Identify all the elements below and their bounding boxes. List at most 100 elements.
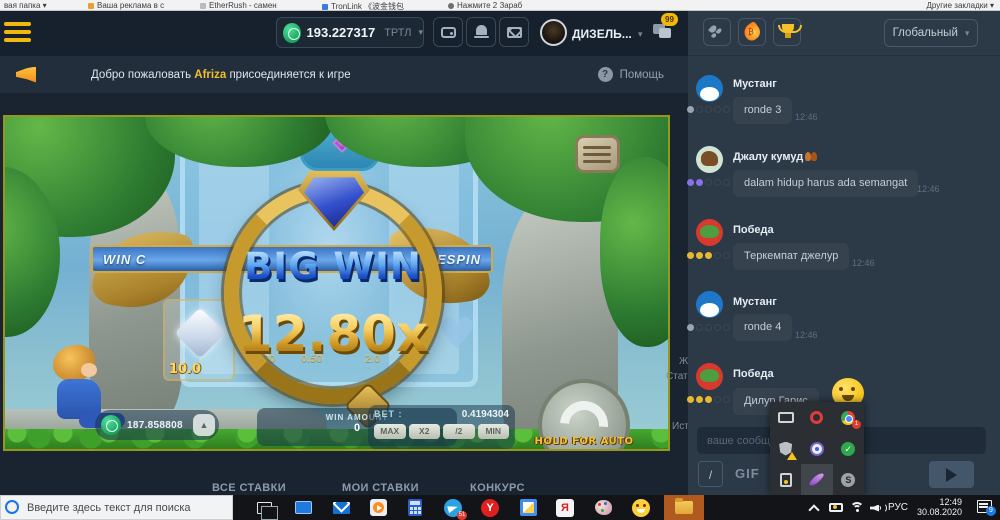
taskbar-search-input[interactable] — [0, 495, 233, 520]
contest-button[interactable] — [773, 18, 801, 46]
file-explorer-active[interactable] — [664, 495, 704, 520]
chat-username[interactable]: Мустанг — [733, 296, 777, 308]
clipped-label: Стат — [666, 371, 688, 382]
tab-contest[interactable]: КОНКУРС — [470, 482, 525, 494]
clipped-label: Ж — [679, 356, 688, 367]
notifications-button[interactable] — [466, 17, 496, 47]
photos-app-icon[interactable] — [516, 496, 540, 519]
chat-username[interactable]: Мустанг — [733, 78, 777, 90]
username[interactable]: ДИЗЕЛЬ... — [572, 27, 632, 41]
bet-box: BET : 0.4194304 MAX X2 /2 MIN — [368, 405, 515, 449]
bell-icon — [476, 25, 487, 35]
app-header: 193.227317 ТРТЛ ▾ ДИЗЕЛЬ... ▾ 99 — [0, 11, 688, 56]
slash-command-button[interactable]: / — [698, 461, 723, 487]
chat-message: dalam hidup harus ada semangat — [733, 170, 918, 197]
chat-username[interactable]: Джалу кумуд — [733, 151, 803, 163]
mail-app-icon[interactable] — [329, 496, 353, 519]
bet-half-button[interactable]: /2 — [443, 424, 475, 439]
chat-message: ronde 4 — [733, 314, 792, 341]
tray-device-icon[interactable] — [770, 464, 801, 495]
banner-left-text: WIN C — [103, 252, 146, 267]
wallet-button[interactable] — [433, 17, 463, 47]
tray-antivirus-icon[interactable]: ✓ — [833, 433, 864, 464]
reel-value: 10.0 — [169, 362, 201, 377]
medal-badges — [687, 324, 730, 331]
main-content: WIN C ESPIN 10.0 ♥ 30 0.50 2.0 BIG WIN 1… — [0, 93, 688, 495]
tray-browser-icon[interactable]: 1 — [833, 402, 864, 433]
channel-label: Глобальный — [893, 27, 958, 39]
balance-value: 193.227317 — [307, 25, 376, 40]
fireball-button[interactable] — [738, 18, 766, 46]
paint-app-icon[interactable] — [591, 496, 615, 519]
bookmark-item[interactable]: вая папка ▾ — [4, 1, 47, 10]
chat-username[interactable]: Победа — [733, 224, 774, 236]
computer-app-icon[interactable] — [291, 496, 315, 519]
task-view-button[interactable] — [252, 496, 276, 519]
tab-all-bets[interactable]: ВСЕ СТАВКИ — [212, 482, 286, 494]
bet-x2-button[interactable]: X2 — [409, 424, 441, 439]
deposit-arrow-button[interactable]: ▲ — [193, 414, 215, 436]
messages-button[interactable] — [499, 17, 529, 47]
medal-badges — [687, 252, 730, 259]
gif-button[interactable]: GIF — [735, 466, 760, 481]
volume-icon[interactable] — [866, 496, 890, 519]
balance-selector[interactable]: 193.227317 ТРТЛ ▾ — [276, 17, 424, 48]
bookmark-item[interactable]: EtherRush - самен — [200, 1, 277, 10]
chat-message: ronde 3 — [733, 97, 792, 124]
taskbar: 51 Y Я РУС 12:49 30.08.2020 9 — [0, 495, 1000, 520]
hold-for-auto-label: HOLD FOR AUTO — [517, 436, 651, 447]
user-avatar[interactable] — [540, 19, 567, 46]
send-button[interactable] — [929, 461, 974, 488]
game-menu-button[interactable] — [575, 135, 620, 173]
tray-steam-icon[interactable]: S — [833, 464, 864, 495]
chat-time: 12:46 — [795, 112, 818, 122]
tray-defender-icon[interactable] — [770, 433, 801, 464]
chat-username[interactable]: Победа — [733, 368, 774, 380]
tray-feather-icon[interactable] — [801, 464, 832, 495]
tray-opera-icon[interactable] — [801, 402, 832, 433]
bet-min-button[interactable]: MIN — [478, 424, 510, 439]
favicon — [88, 3, 94, 9]
avatar[interactable] — [696, 146, 723, 173]
rain-button[interactable] — [703, 18, 731, 46]
yandex-browser-icon[interactable]: Я — [553, 496, 577, 519]
chat-badge: 99 — [661, 13, 678, 26]
tray-expand-chevron[interactable] — [802, 496, 826, 519]
medal-badges — [687, 106, 730, 113]
banner-right-text: ESPIN — [437, 252, 481, 267]
trophy-icon — [782, 24, 794, 33]
telegram-app-icon[interactable]: 51 — [441, 496, 465, 519]
tab-my-bets[interactable]: МОИ СТАВКИ — [342, 482, 419, 494]
clock-time: 12:49 — [917, 497, 962, 507]
bet-max-button[interactable]: MAX — [374, 424, 406, 439]
avatar[interactable] — [696, 363, 723, 390]
chevron-down-icon[interactable]: ▾ — [638, 29, 643, 40]
wallet-icon — [441, 27, 456, 38]
language-indicator[interactable]: РУС — [888, 502, 908, 513]
search-circle-icon — [5, 500, 19, 514]
screen: вая папка ▾ Ваша реклама в с EtherRush -… — [0, 0, 1000, 520]
emoji-app-icon[interactable] — [629, 496, 653, 519]
channel-selector[interactable]: Глобальный ▾ — [884, 19, 978, 47]
help-button[interactable]: ? Помощь — [598, 67, 664, 82]
hamburger-menu-icon[interactable] — [4, 22, 31, 46]
calculator-app-icon[interactable] — [403, 496, 427, 519]
video-app-icon[interactable] — [366, 496, 390, 519]
other-bookmarks[interactable]: Другие закладки ▾ — [926, 1, 994, 10]
avatar[interactable] — [696, 219, 723, 246]
bookmark-item[interactable]: Нажмите 2 Зараб — [448, 1, 522, 10]
coin-icon — [101, 415, 121, 435]
tray-monitor-icon[interactable] — [770, 402, 801, 433]
bookmark-item[interactable]: Ваша реклама в с — [88, 1, 164, 10]
chevron-down-icon: ▾ — [965, 28, 970, 39]
clock[interactable]: 12:49 30.08.2020 — [917, 497, 962, 517]
chat-time: 12:46 — [917, 184, 940, 194]
bookmark-item[interactable]: TronLink 《波金钱包 — [322, 1, 404, 11]
notification-center-icon[interactable]: 9 — [977, 500, 992, 513]
avatar[interactable] — [696, 291, 723, 318]
yandex-app-icon[interactable]: Y — [478, 496, 502, 519]
device-tray-icon[interactable] — [824, 496, 848, 519]
tray-player-icon[interactable] — [801, 433, 832, 464]
clipped-label: Ист — [672, 421, 689, 432]
avatar[interactable] — [696, 75, 723, 102]
